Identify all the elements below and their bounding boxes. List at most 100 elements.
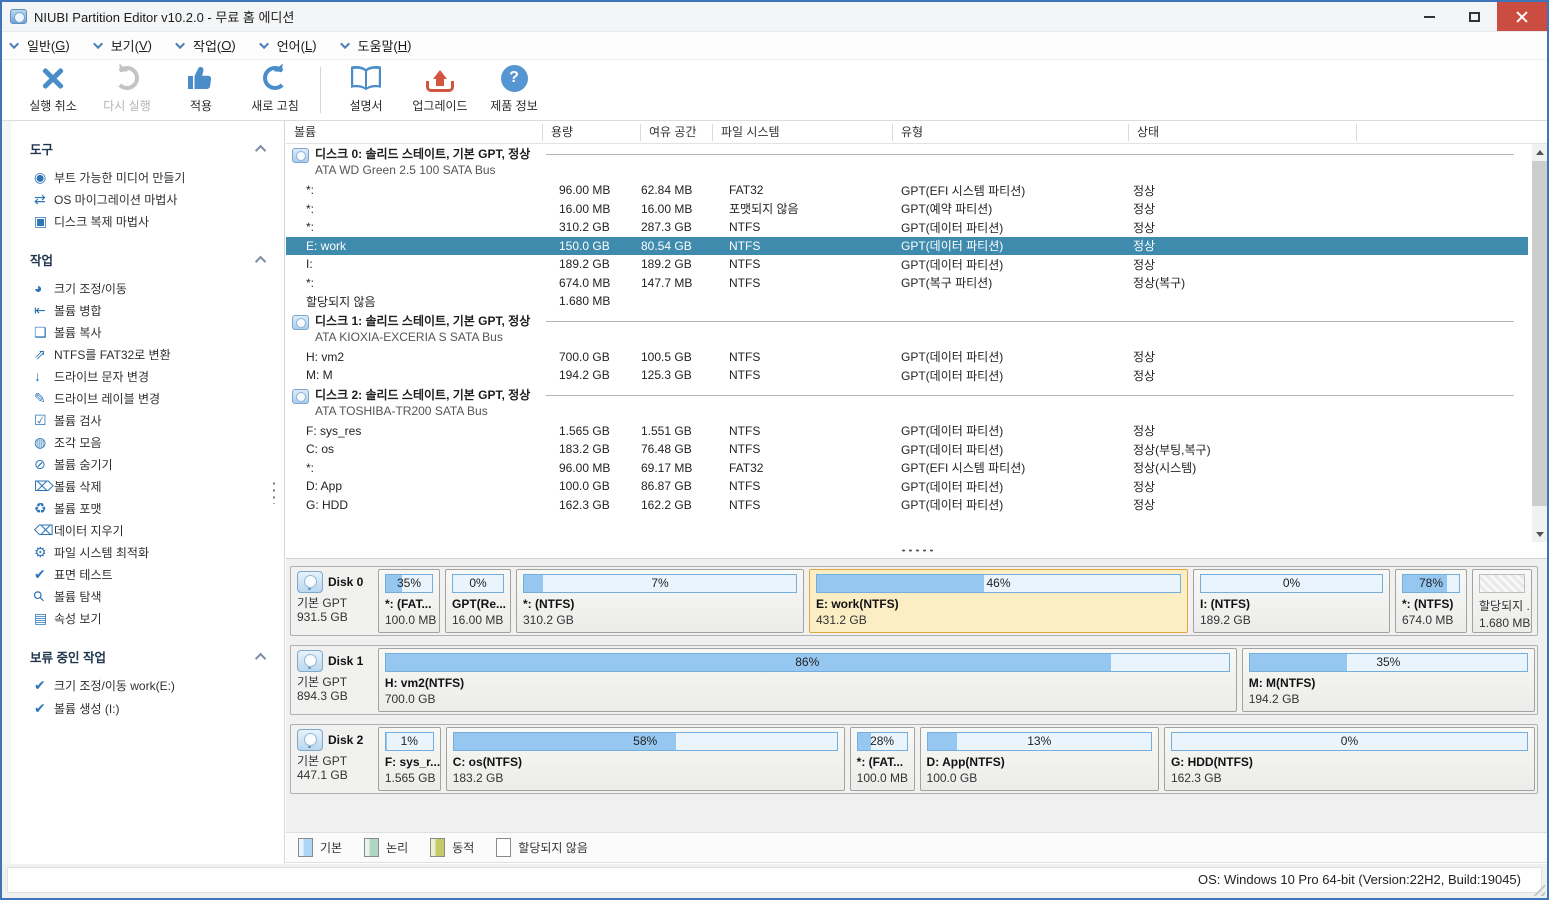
table-scrollbar[interactable] xyxy=(1532,144,1547,542)
sidebar-item-change-label[interactable]: 드라이브 레이블 변경 xyxy=(2,387,284,409)
partition-block[interactable]: 0% I: (NTFS) 189.2 GB xyxy=(1193,569,1390,633)
minimize-button[interactable] xyxy=(1407,2,1452,31)
close-button[interactable] xyxy=(1497,2,1547,31)
column-header-capacity[interactable]: 용량 xyxy=(543,124,641,141)
table-row[interactable]: I:189.2 GB189.2 GBNTFSGPT(데이터 파티션)정상 xyxy=(286,255,1528,274)
table-row[interactable]: *:16.00 MB16.00 MB포맷되지 않음GPT(예약 파티션)정상 xyxy=(286,200,1528,219)
column-header-file-system[interactable]: 파일 시스템 xyxy=(713,124,893,141)
column-header-type[interactable]: 유형 xyxy=(893,124,1129,141)
close-icon xyxy=(1516,11,1528,23)
apply-button[interactable]: 적용 xyxy=(164,62,238,118)
copy-volume-icon xyxy=(34,324,54,341)
table-row[interactable]: 할당되지 않음1.680 MB xyxy=(286,292,1528,311)
chevron-down-icon xyxy=(340,39,350,49)
table-row[interactable]: H: vm2700.0 GB100.5 GBNTFSGPT(데이터 파티션)정상 xyxy=(286,348,1528,367)
sidebar-item-change-drive-letter[interactable]: 드라이브 문자 변경 xyxy=(2,365,284,387)
sidebar-item-copy-volume[interactable]: 볼륨 복사 xyxy=(2,321,284,343)
table-row[interactable]: C: os183.2 GB76.48 GBNTFSGPT(데이터 파티션)정상(… xyxy=(286,440,1528,459)
upgrade-button[interactable]: 업그레이드 xyxy=(403,62,477,118)
disk1-group-header[interactable]: 디스크 1: 솔리드 스테이트, 기본 GPT, 정상 ATA KIOXIA-E… xyxy=(286,311,1528,348)
table-row[interactable]: D: App100.0 GB86.87 GBNTFSGPT(데이터 파티션)정상 xyxy=(286,477,1528,496)
table-row[interactable]: M: M194.2 GB125.3 GBNTFSGPT(데이터 파티션)정상 xyxy=(286,366,1528,385)
table-row[interactable]: F: sys_res1.565 GB1.551 GBNTFSGPT(데이터 파티… xyxy=(286,422,1528,441)
menu-view[interactable]: 보기(V) xyxy=(96,36,152,55)
column-header-free-space[interactable]: 여유 공간 xyxy=(641,124,713,141)
undo-button[interactable]: 실행 취소 xyxy=(16,62,90,118)
scroll-up-button[interactable] xyxy=(1532,144,1547,160)
usage-bar: 1% xyxy=(385,732,434,751)
disk0-strip: Disk 0 기본 GPT 931.5 GB 35% *: (FAT... 10… xyxy=(290,566,1538,636)
sidebar-splitter-handle[interactable] xyxy=(271,480,277,504)
menu-general[interactable]: 일반(G) xyxy=(12,36,70,55)
menu-operations[interactable]: 작업(O) xyxy=(178,36,236,55)
sidebar-item-properties[interactable]: 속성 보기 xyxy=(2,607,284,629)
column-header-volume[interactable]: 볼륨 xyxy=(286,124,543,141)
scrollbar-thumb[interactable] xyxy=(1532,161,1547,506)
sidebar-item-wipe-data[interactable]: 데이터 지우기 xyxy=(2,519,284,541)
sidebar-item-format-volume[interactable]: 볼륨 포맷 xyxy=(2,497,284,519)
section-tools[interactable]: 도구 xyxy=(30,139,266,158)
resize-move-icon xyxy=(34,280,54,296)
partition-block-selected[interactable]: 46% E: work(NTFS) 431.2 GB xyxy=(809,569,1188,633)
scroll-down-button[interactable] xyxy=(1532,526,1547,542)
menu-help[interactable]: 도움말(H) xyxy=(343,36,412,55)
sidebar-item-convert-ntfs[interactable]: NTFS를 FAT32로 변환 xyxy=(2,343,284,365)
toolbar-separator xyxy=(320,67,321,113)
table-row-selected[interactable]: E: work150.0 GB80.54 GBNTFSGPT(데이터 파티션)정… xyxy=(286,237,1528,256)
maximize-button[interactable] xyxy=(1452,2,1497,31)
sidebar-item-os-migration[interactable]: OS 마이그레이션 마법사 xyxy=(2,188,284,210)
sidebar-item-delete-volume[interactable]: 볼륨 삭제 xyxy=(2,475,284,497)
table-row[interactable]: G: HDD162.3 GB162.2 GBNTFSGPT(데이터 파티션)정상 xyxy=(286,496,1528,515)
column-header-status[interactable]: 상태 xyxy=(1129,124,1357,141)
sidebar-item-hide-volume[interactable]: 볼륨 숨기기 xyxy=(2,453,284,475)
check-icon xyxy=(34,677,54,694)
horizontal-splitter[interactable] xyxy=(286,542,1547,558)
disk0-group-header[interactable]: 디스크 0: 솔리드 스테이트, 기본 GPT, 정상 ATA WD Green… xyxy=(286,144,1528,181)
partition-block[interactable]: 58% C: os(NTFS) 183.2 GB xyxy=(446,727,845,791)
disk0-label[interactable]: Disk 0 기본 GPT 931.5 GB xyxy=(293,569,373,633)
table-row[interactable]: *:674.0 MB147.7 MBNTFSGPT(복구 파티션)정상(복구) xyxy=(286,274,1528,293)
partition-block[interactable]: 28% *: (FAT... 100.0 MB xyxy=(850,727,915,791)
partition-block[interactable]: 86% H: vm2(NTFS) 700.0 GB xyxy=(378,648,1237,712)
menu-language[interactable]: 언어(L) xyxy=(262,36,317,55)
sidebar-item-surface-test[interactable]: 표면 테스트 xyxy=(2,563,284,585)
disk-icon xyxy=(292,148,309,163)
chevron-up-icon xyxy=(255,652,266,663)
table-row[interactable]: *:310.2 GB287.3 GBNTFSGPT(데이터 파티션)정상 xyxy=(286,218,1528,237)
pending-op-create-volume[interactable]: 볼륨 생성 (I:) xyxy=(2,697,284,720)
sidebar-item-defrag[interactable]: 조각 모음 xyxy=(2,431,284,453)
usage-bar: 58% xyxy=(453,732,838,751)
sidebar-item-explore-volume[interactable]: 볼륨 탐색 xyxy=(2,585,284,607)
partition-block[interactable]: 35% M: M(NTFS) 194.2 GB xyxy=(1242,648,1535,712)
wipe-data-icon xyxy=(34,522,54,539)
sidebar-item-merge-volume[interactable]: 볼륨 병합 xyxy=(2,299,284,321)
partition-block[interactable]: 1% F: sys_r... 1.565 GB xyxy=(378,727,441,791)
sidebar-item-check-volume[interactable]: 볼륨 검사 xyxy=(2,409,284,431)
disk2-label[interactable]: Disk 2 기본 GPT 447.1 GB xyxy=(293,727,373,791)
sidebar-item-disk-clone[interactable]: 디스크 복제 마법사 xyxy=(2,210,284,232)
divider xyxy=(546,154,1514,155)
sidebar-item-optimize-fs[interactable]: 파일 시스템 최적화 xyxy=(2,541,284,563)
manual-button[interactable]: 설명서 xyxy=(329,62,403,118)
refresh-button[interactable]: 새로 고침 xyxy=(238,62,312,118)
table-row[interactable]: *:96.00 MB62.84 MBFAT32GPT(EFI 시스템 파티션)정… xyxy=(286,181,1528,200)
partition-block[interactable]: 35% *: (FAT... 100.0 MB xyxy=(378,569,440,633)
partition-block[interactable]: 0% GPT(Re... 16.00 MB xyxy=(445,569,511,633)
section-operations[interactable]: 작업 xyxy=(30,250,266,269)
product-info-button[interactable]: 제품 정보 xyxy=(477,62,551,118)
partition-block[interactable]: 78% *: (NTFS) 674.0 MB xyxy=(1395,569,1467,633)
section-pending-operations[interactable]: 보류 중인 작업 xyxy=(30,647,266,666)
disk1-label[interactable]: Disk 1 기본 GPT 894.3 GB xyxy=(293,648,373,712)
pending-op-resize-move[interactable]: 크기 조정/이동 work(E:) xyxy=(2,674,284,697)
table-row[interactable]: *:96.00 MB69.17 MBFAT32GPT(EFI 시스템 파티션)정… xyxy=(286,459,1528,478)
partition-block[interactable]: 0% G: HDD(NTFS) 162.3 GB xyxy=(1164,727,1535,791)
sidebar-item-resize-move[interactable]: 크기 조정/이동 xyxy=(2,277,284,299)
chevron-down-icon xyxy=(175,39,185,49)
unallocated-block[interactable]: 할당되지 ... 1.680 MB xyxy=(1472,569,1532,633)
sidebar-item-bootable-media[interactable]: 부트 가능한 미디어 만들기 xyxy=(2,166,284,188)
partition-block[interactable]: 13% D: App(NTFS) 100.0 GB xyxy=(920,727,1159,791)
optimize-fs-icon xyxy=(34,544,54,561)
partition-block[interactable]: 7% *: (NTFS) 310.2 GB xyxy=(516,569,804,633)
redo-button[interactable]: 다시 실행 xyxy=(90,62,164,118)
disk2-group-header[interactable]: 디스크 2: 솔리드 스테이트, 기본 GPT, 정상 ATA TOSHIBA-… xyxy=(286,385,1528,422)
